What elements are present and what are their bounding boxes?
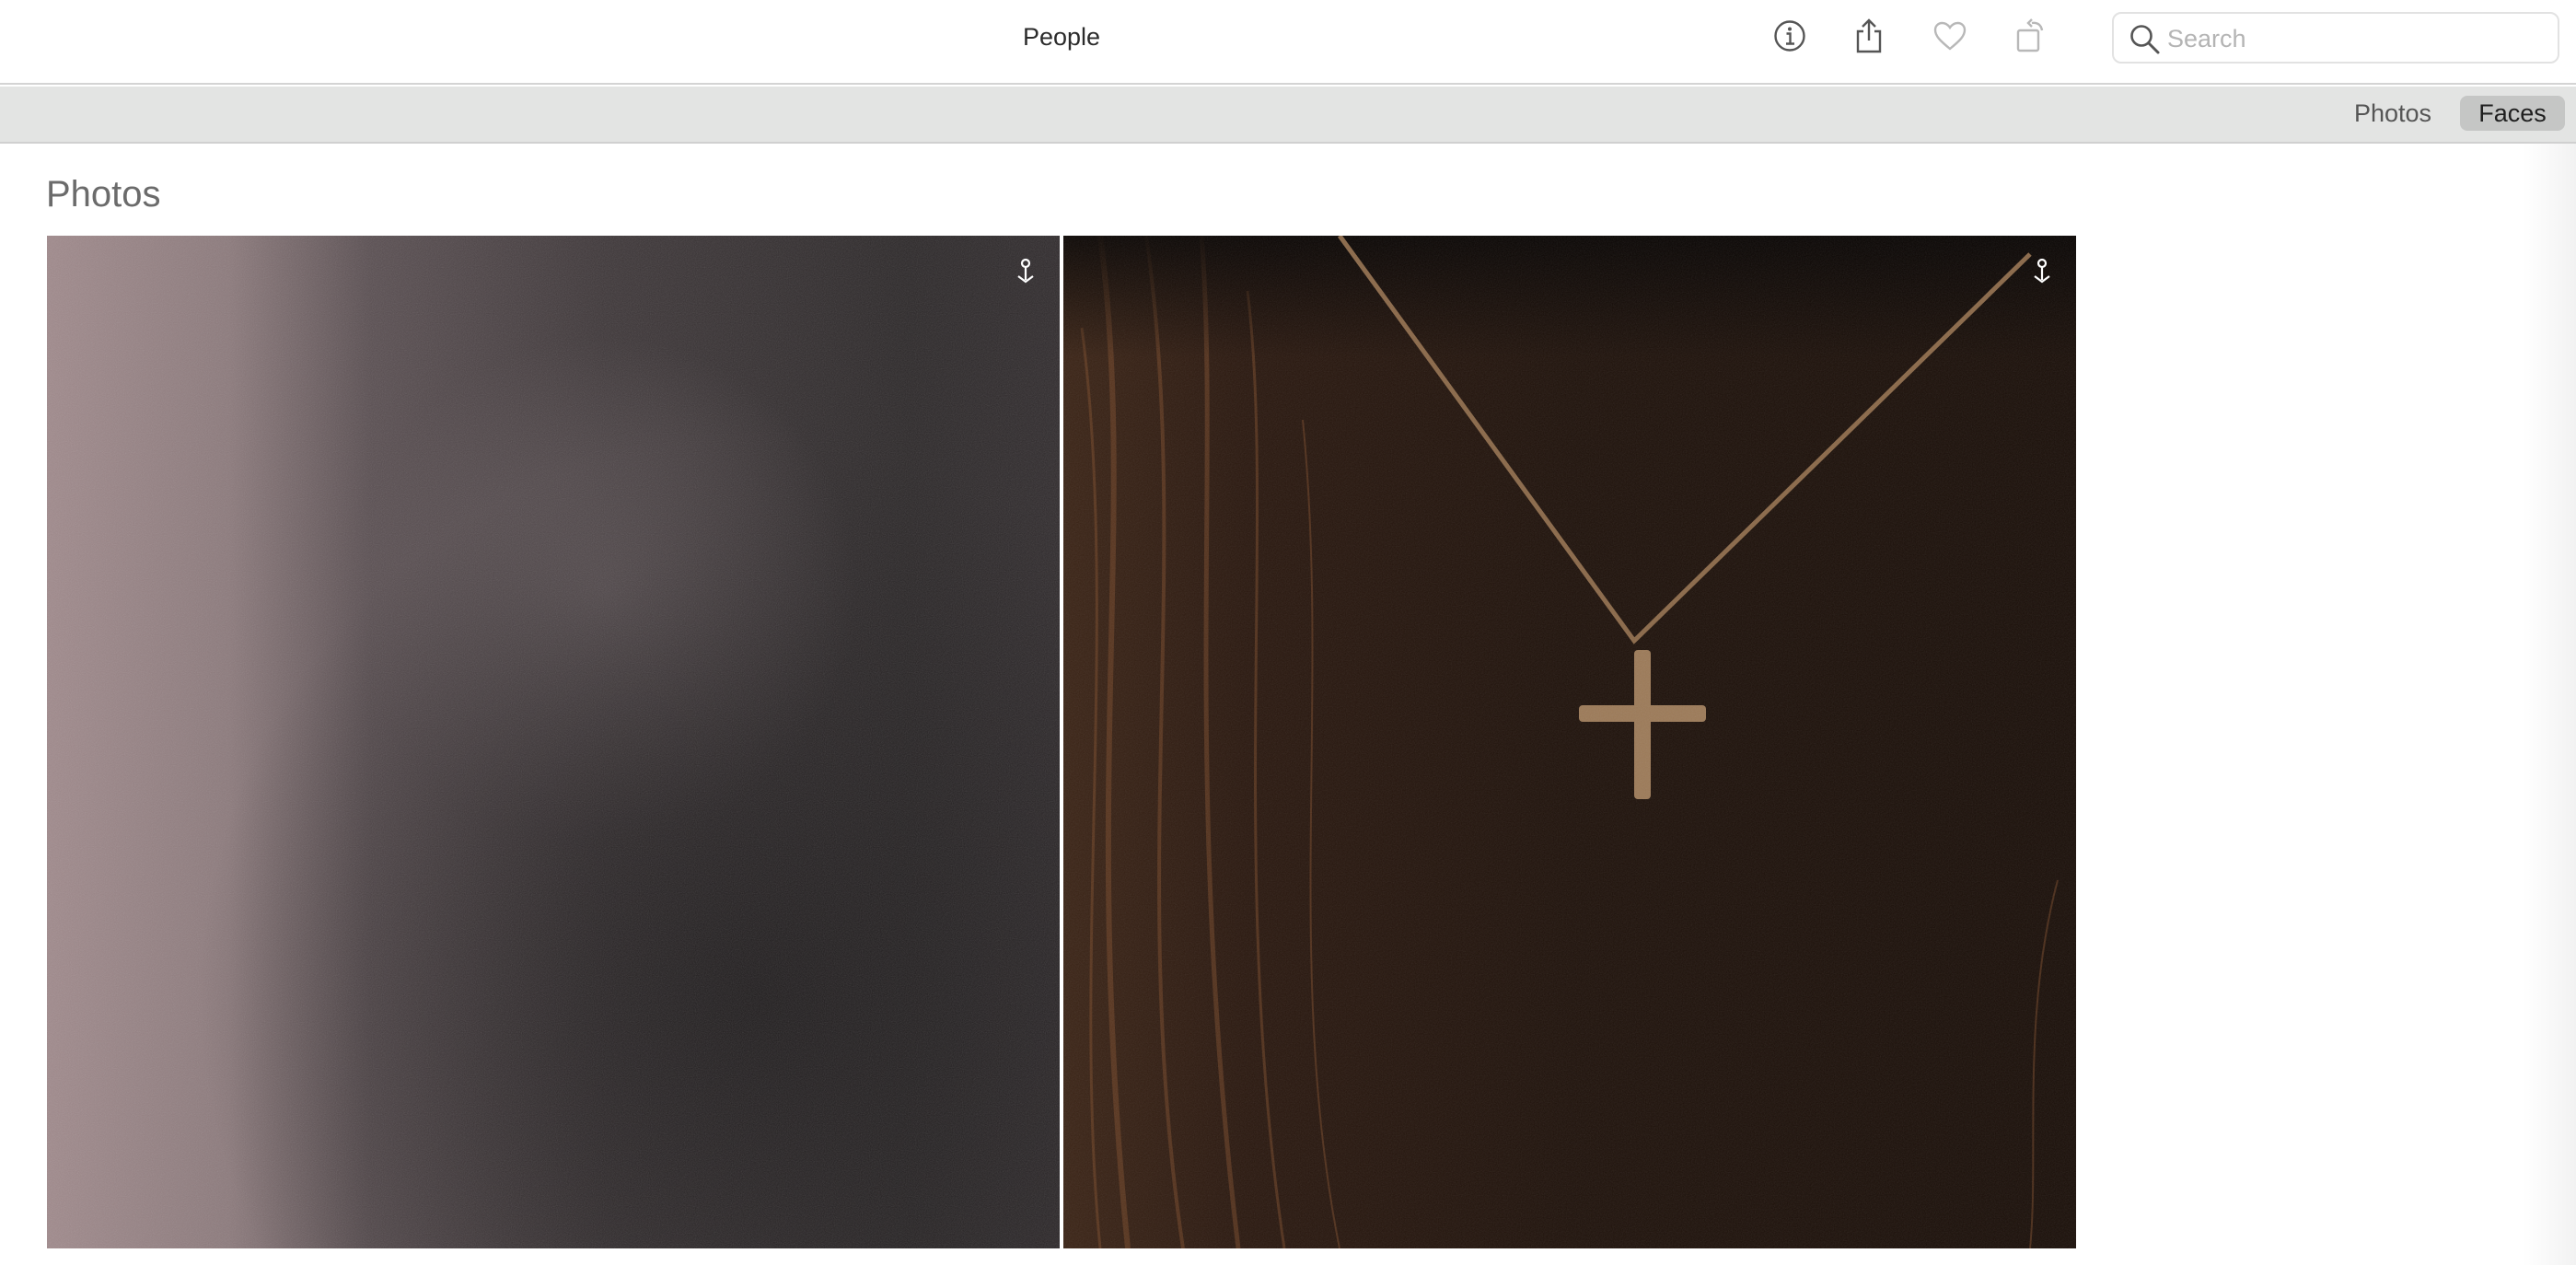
pin-icon (1017, 258, 1034, 284)
rotate-button[interactable] (2005, 13, 2057, 59)
info-button[interactable] (1764, 13, 1816, 59)
rotate-icon (2016, 18, 2044, 52)
pin-icon (2034, 258, 2050, 284)
photo-thumbnail[interactable] (1063, 236, 2076, 1248)
view-switcher-photos[interactable]: Photos (2338, 96, 2447, 131)
photos-app-window: People Search Photos Faces Photos (0, 0, 2576, 1265)
info-icon (1774, 20, 1805, 52)
search-input[interactable] (2167, 21, 2545, 56)
photo-thumbnail[interactable] (47, 236, 1060, 1248)
search-icon (2130, 25, 2160, 54)
section-title: Photos (46, 174, 161, 215)
view-switcher-faces[interactable]: Faces (2460, 96, 2565, 131)
heart-icon (1933, 21, 1967, 51)
favorite-button[interactable] (1924, 13, 1976, 59)
share-icon (1856, 18, 1882, 53)
photo-image (1063, 236, 2076, 1248)
window-title: People (1022, 23, 1101, 51)
view-switcher-bar: Photos Faces (0, 87, 2576, 144)
photo-image (47, 236, 1060, 1248)
toolbar: People (0, 0, 2576, 85)
search-field[interactable] (2112, 12, 2559, 64)
share-button[interactable] (1843, 13, 1895, 59)
window-edge-shadow (2523, 144, 2576, 1265)
